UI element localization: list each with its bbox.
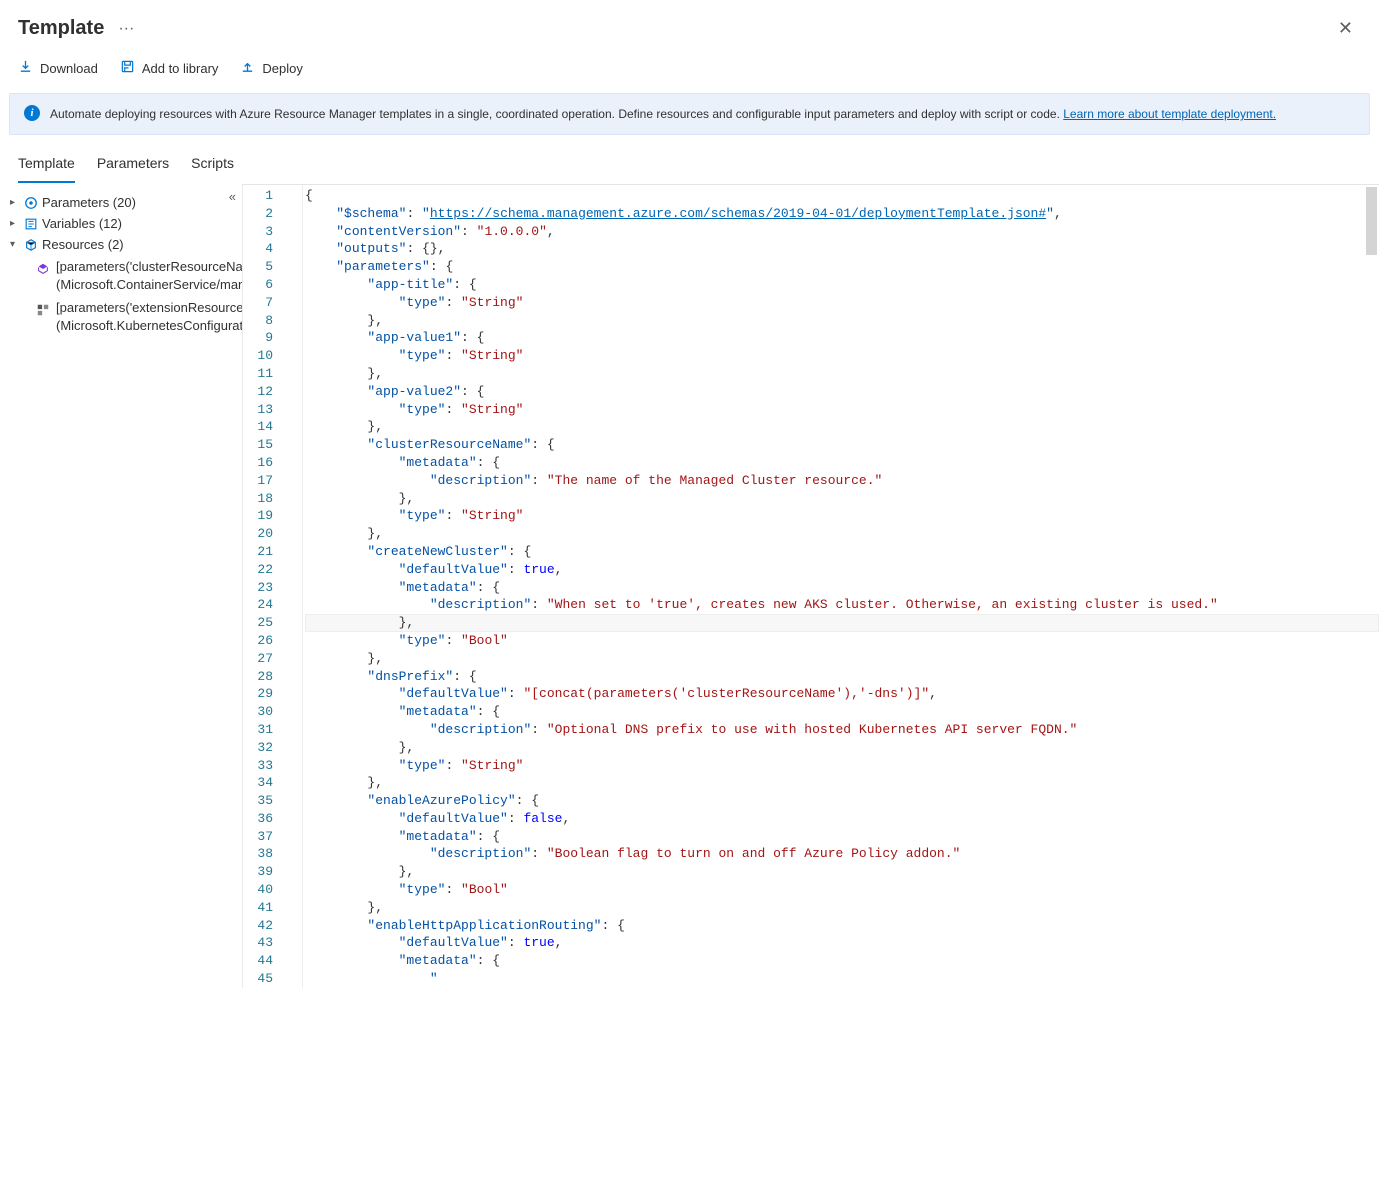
resources-icon [24,238,38,252]
parameters-icon [24,196,38,210]
tree-resources-label: Resources (2) [42,237,124,252]
chevron-right-icon: ▸ [10,218,20,229]
chevron-right-icon: ▸ [10,197,20,208]
tree-resource-2-line2: (Microsoft.KubernetesConfiguratic [56,317,243,335]
info-icon: i [24,105,40,121]
code-editor[interactable]: 1234567891011121314151617181920212223242… [243,184,1379,988]
aks-icon [36,262,50,276]
outline-pane: « ▸ Parameters (20) ▸ Variables (12) ▾ R… [0,184,243,988]
banner-link[interactable]: Learn more about template deployment. [1063,107,1276,121]
close-icon[interactable]: ✕ [1330,14,1361,43]
more-icon[interactable]: ··· [118,20,134,38]
tree-parameters[interactable]: ▸ Parameters (20) [10,192,242,213]
tree-variables[interactable]: ▸ Variables (12) [10,213,242,234]
tree-resource-2[interactable]: [parameters('extensionResourceNa (Micros… [36,296,242,337]
save-icon [120,59,135,77]
fold-column [291,185,303,988]
variables-icon [24,217,38,231]
deploy-label: Deploy [262,61,302,76]
tree-resource-1-line2: (Microsoft.ContainerService/mana [56,276,243,294]
add-to-library-label: Add to library [142,61,219,76]
tree-parameters-label: Parameters (20) [42,195,136,210]
chevron-down-icon: ▾ [10,239,20,250]
line-number-gutter: 1234567891011121314151617181920212223242… [243,185,291,988]
extension-icon [36,303,50,317]
scrollbar-thumb[interactable] [1366,187,1377,255]
tree-resource-2-line1: [parameters('extensionResourceNa [56,299,243,317]
deploy-icon [240,59,255,77]
tab-template[interactable]: Template [18,147,75,183]
download-icon [18,59,33,77]
tree-variables-label: Variables (12) [42,216,122,231]
download-label: Download [40,61,98,76]
tab-scripts[interactable]: Scripts [191,147,234,183]
tree-resource-1[interactable]: [parameters('clusterResourceName (Micros… [36,255,242,296]
page-title: Template [18,17,104,40]
tree-resource-1-line1: [parameters('clusterResourceName [56,258,243,276]
collapse-pane-icon[interactable]: « [229,189,236,204]
add-to-library-button[interactable]: Add to library [120,59,219,77]
banner-text: Automate deploying resources with Azure … [50,107,1063,121]
code-content[interactable]: { "$schema": "https://schema.management.… [303,185,1379,988]
deploy-button[interactable]: Deploy [240,59,302,77]
info-banner: i Automate deploying resources with Azur… [9,93,1370,135]
tree-resources[interactable]: ▾ Resources (2) [10,234,242,255]
download-button[interactable]: Download [18,59,98,77]
tab-parameters[interactable]: Parameters [97,147,169,183]
